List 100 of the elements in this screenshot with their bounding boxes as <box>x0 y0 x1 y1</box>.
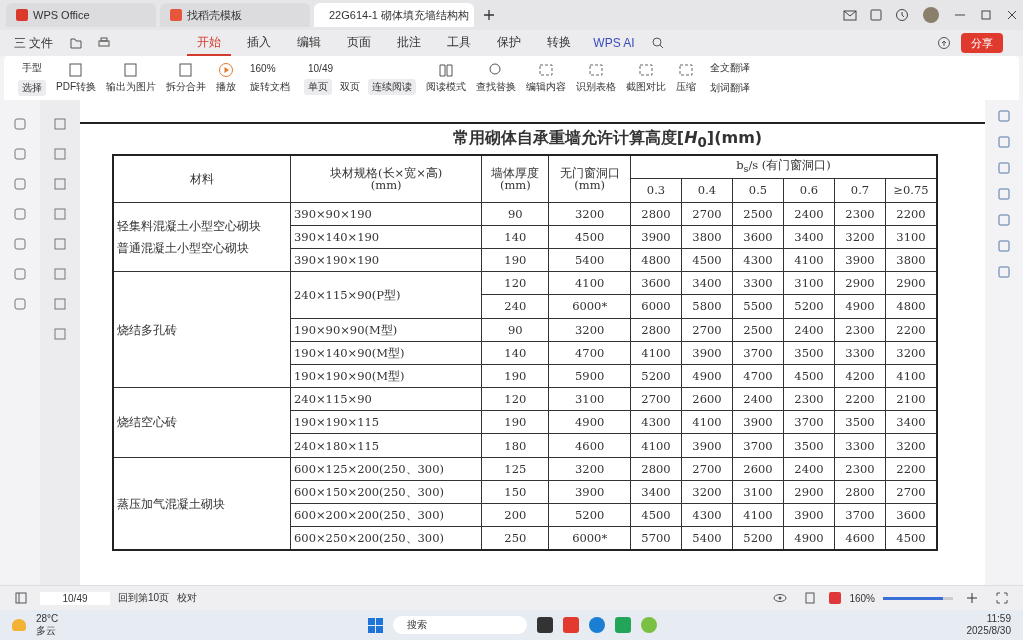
ribbon-button[interactable]: 拆分合并 <box>166 62 206 94</box>
select-tool[interactable]: 选择 <box>18 80 46 96</box>
table-cell: 3200 <box>834 225 886 249</box>
ribbon-button[interactable]: 查找替换 <box>476 62 516 94</box>
table-cell: 2500 <box>732 202 784 226</box>
panel-icon[interactable] <box>52 176 68 192</box>
sidebar-icon[interactable] <box>12 266 28 282</box>
ribbon-button[interactable]: 编辑内容 <box>526 62 566 94</box>
rotate-button[interactable]: 旋转文档 <box>246 78 294 95</box>
ribbon-tab[interactable]: 页面 <box>337 30 382 56</box>
ribbon-button[interactable]: 阅读模式 <box>426 62 466 94</box>
table-cell: 190 <box>481 410 549 434</box>
tool-icon[interactable] <box>996 160 1012 176</box>
zoom-level[interactable]: 160% <box>849 592 875 604</box>
single-page-button[interactable]: 单页 <box>304 78 332 95</box>
zoom-slider[interactable] <box>883 596 953 600</box>
sidebar-icon[interactable] <box>12 176 28 192</box>
table-cell: 3700 <box>783 410 835 434</box>
ribbon-button[interactable]: 压缩 <box>676 62 696 94</box>
table-cell: 2700 <box>630 387 682 411</box>
table-cell: 3400 <box>783 225 835 249</box>
panel-icon[interactable] <box>52 236 68 252</box>
page-field[interactable]: 10/49 <box>40 591 110 605</box>
document-icon <box>178 62 194 78</box>
panel-icon[interactable] <box>52 146 68 162</box>
app-icon[interactable] <box>536 617 553 633</box>
hand-tool[interactable]: 手型 <box>18 60 46 76</box>
continuous-button[interactable]: 连续阅读 <box>368 78 416 95</box>
sidebar-icon[interactable] <box>12 296 28 312</box>
table-cell: 4300 <box>681 503 733 527</box>
table-cell: 4300 <box>732 248 784 272</box>
translate-button[interactable]: 划词翻译 <box>706 80 754 96</box>
zoom-value[interactable]: 160% <box>246 61 294 75</box>
table-header: 0.3 <box>630 178 682 203</box>
table-cell: 3900 <box>681 341 733 365</box>
table-cell: 3200 <box>548 318 631 342</box>
sidebar-icon[interactable] <box>12 206 28 222</box>
table-cell: 5200 <box>630 364 682 388</box>
panel-icon[interactable] <box>52 206 68 222</box>
tool-icon[interactable] <box>996 186 1012 202</box>
table-cell: 4500 <box>783 364 835 388</box>
ribbon-button[interactable]: 播放 <box>216 62 236 94</box>
ribbon-tab[interactable]: 批注 <box>387 30 432 56</box>
table-cell: 190×90×90(M型) <box>290 318 482 342</box>
table-cell: 3900 <box>783 503 835 527</box>
document-tab[interactable]: WPS Office <box>6 3 156 27</box>
search-field[interactable]: 搜索 <box>392 616 527 634</box>
mode-icon[interactable] <box>829 592 842 604</box>
ribbon-tab[interactable]: 转换 <box>537 30 582 56</box>
sidebar-icon[interactable] <box>12 146 28 162</box>
table-cell: 4900 <box>548 410 631 434</box>
ribbon-tab[interactable]: 编辑 <box>287 30 332 56</box>
panel-icon[interactable] <box>52 116 68 132</box>
logo-icon <box>16 9 28 21</box>
ribbon-button[interactable]: PDF转换 <box>56 62 96 94</box>
table-cell: 3100 <box>548 387 631 411</box>
table-cell: 3900 <box>548 480 631 504</box>
table-cell: 240×115×90(P型) <box>290 271 482 318</box>
tool-icon[interactable] <box>996 134 1012 150</box>
avatar[interactable] <box>923 7 939 23</box>
tool-icon[interactable] <box>996 264 1012 280</box>
tool-icon[interactable] <box>996 212 1012 228</box>
panel-icon[interactable] <box>52 266 68 282</box>
tool-icon[interactable] <box>996 108 1012 124</box>
frame-icon <box>588 62 604 78</box>
back-link[interactable]: 回到第10页 <box>118 591 170 605</box>
ribbon-button[interactable]: 识别表格 <box>576 62 616 94</box>
ribbon-tab[interactable]: 工具 <box>437 30 482 56</box>
browser-icon[interactable] <box>588 617 605 633</box>
table-cell: 3100 <box>732 480 784 504</box>
page-nav-field[interactable]: 10/49 <box>304 61 416 75</box>
table-cell: 3900 <box>834 248 886 272</box>
document-tab[interactable]: 找稻壳模板 <box>160 3 310 27</box>
sidebar-icon[interactable] <box>12 236 28 252</box>
double-page-button[interactable]: 双页 <box>336 78 364 95</box>
ribbon-tab[interactable]: 保护 <box>487 30 532 56</box>
ribbon-button[interactable]: 截图对比 <box>626 62 666 94</box>
weather-icon[interactable] <box>12 619 26 631</box>
translate-button[interactable]: 全文翻译 <box>706 60 754 76</box>
sidebar-icon[interactable] <box>12 116 28 132</box>
table-cell: 190 <box>481 248 549 272</box>
clock-time: 11:59 <box>986 613 1011 625</box>
table-header: 0.7 <box>834 178 886 203</box>
file-menu[interactable]: 三 文件 <box>8 34 60 52</box>
tool-icon[interactable] <box>996 238 1012 254</box>
table-cell: 2300 <box>783 387 835 411</box>
ribbon-button[interactable]: 输出为图片 <box>106 62 156 94</box>
panel-icon[interactable] <box>52 326 68 342</box>
panel-icon[interactable] <box>52 296 68 312</box>
ai-tab[interactable]: WPS AI <box>587 36 641 50</box>
temperature: 28°C <box>36 613 59 625</box>
ribbon-tab[interactable]: 插入 <box>237 30 282 56</box>
document-icon <box>68 62 84 78</box>
share-button[interactable]: 分享 <box>961 33 1003 53</box>
proofread-button[interactable]: 校对 <box>177 591 198 605</box>
table-cell: 3800 <box>681 225 733 249</box>
start-icon[interactable] <box>367 617 383 633</box>
document-tab[interactable]: 22G614-1 砌体填充墙结构构 <box>314 3 474 27</box>
table-cell: 3500 <box>783 341 835 365</box>
table-header: 0.6 <box>783 178 835 203</box>
